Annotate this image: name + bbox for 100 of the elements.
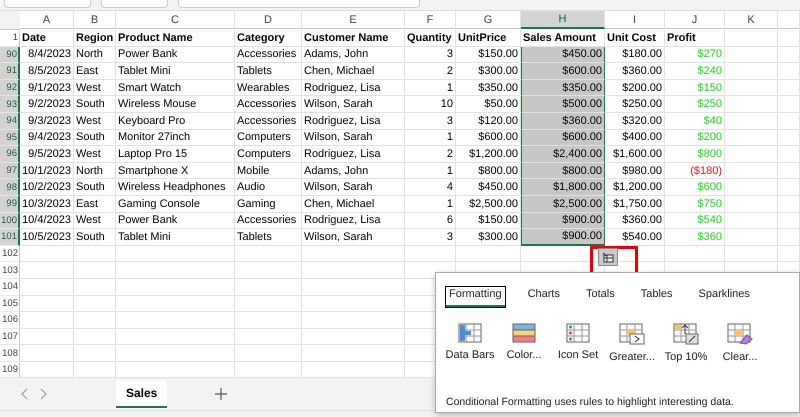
table-cell: 9/5/2023 (20, 146, 74, 163)
column-header[interactable]: I (605, 11, 665, 29)
row-header[interactable]: 91 (0, 63, 20, 80)
table-cell: Adams, John (302, 162, 405, 180)
table-cell: Mobile (235, 162, 302, 180)
table-cell: $150 (665, 80, 725, 96)
table-cell: Accessories (235, 112, 302, 130)
column-header[interactable]: G (456, 11, 521, 29)
table-cell: 10/3/2023 (20, 196, 74, 213)
chevron-left-icon[interactable] (20, 388, 30, 400)
row-header[interactable]: 107 (0, 328, 20, 346)
row-header[interactable]: 101 (0, 229, 20, 246)
table-cell: Wilson, Sarah (302, 96, 405, 113)
add-icon[interactable] (215, 388, 228, 400)
table-cell: Wilson, Sarah (302, 130, 405, 146)
table-cell: 1 (405, 162, 456, 180)
row-header[interactable]: 99 (0, 196, 20, 213)
sheet-tab[interactable]: Sales (116, 380, 168, 408)
table-cell: 9/4/2023 (20, 130, 74, 146)
row-header[interactable]: 92 (0, 80, 20, 96)
column-header[interactable]: E (302, 11, 405, 29)
select-all-corner[interactable] (0, 11, 20, 30)
format-option[interactable]: Data Bars (446, 323, 494, 363)
table-cell: $320.00 (605, 112, 665, 130)
panel-tab[interactable]: Totals (582, 287, 618, 307)
empty-cell (778, 30, 800, 47)
quick-analysis-button[interactable] (598, 248, 618, 266)
row-header[interactable]: 95 (0, 130, 20, 146)
format-option[interactable]: Greater... (608, 323, 656, 363)
row-header[interactable]: 93 (0, 96, 20, 113)
empty-cell (74, 278, 116, 296)
table-cell: West (74, 80, 116, 96)
row-header[interactable]: 94 (0, 112, 20, 130)
panel-tab[interactable]: Charts (524, 287, 563, 307)
table-cell: 9/3/2023 (20, 112, 74, 130)
format-option[interactable]: Color... (500, 323, 548, 363)
column-header[interactable]: K (725, 11, 778, 29)
table-cell: $250 (665, 96, 725, 113)
row-header[interactable]: 100 (0, 212, 20, 230)
eraser-icon (727, 323, 753, 345)
column-header[interactable]: A (20, 11, 74, 29)
table-cell: South (74, 96, 116, 113)
column-header[interactable]: J (665, 11, 725, 29)
row-header[interactable]: 103 (0, 262, 20, 279)
description-text: Conditional Formatting uses rules to highlight interesting data. (446, 396, 735, 408)
column-header[interactable]: C (116, 11, 235, 29)
row-header[interactable]: 97 (0, 162, 20, 180)
column-header[interactable]: F (405, 11, 456, 29)
header-cell: Region (74, 30, 116, 47)
chevron-right-icon[interactable] (38, 388, 48, 400)
table-cell: Chen, Michael (302, 63, 405, 80)
table-cell: 1 (405, 80, 456, 96)
table-cell: Rodriguez, Lisa (302, 112, 405, 130)
empty-cell (725, 112, 778, 130)
column-header[interactable] (778, 11, 800, 29)
header-cell: Product Name (116, 30, 235, 47)
table-cell: $900.00 (521, 212, 605, 230)
empty-cell (778, 96, 800, 113)
table-cell: Adams, John (302, 46, 405, 64)
toolbar-field[interactable] (178, 0, 420, 8)
table-cell: 8/5/2023 (20, 63, 74, 80)
table-cell: South (74, 130, 116, 146)
row-header[interactable]: 98 (0, 179, 20, 196)
row-header[interactable]: 106 (0, 312, 20, 329)
header-cell: Customer Name (302, 30, 405, 47)
table-cell: $500.00 (521, 96, 605, 113)
column-header[interactable]: D (235, 11, 302, 29)
row-header[interactable]: 108 (0, 345, 20, 362)
row-header[interactable]: 102 (0, 246, 20, 262)
toolbar-field[interactable] (101, 0, 168, 8)
empty-cell (74, 345, 116, 362)
table-cell: 1 (405, 196, 456, 213)
table-cell: 2 (405, 146, 456, 163)
row-header[interactable]: 104 (0, 278, 20, 296)
panel-tab[interactable]: Tables (638, 287, 676, 307)
greater-than-icon (619, 323, 645, 345)
column-header[interactable]: H (521, 11, 605, 29)
format-option[interactable]: Icon Set (554, 323, 602, 363)
table-cell: 8/4/2023 (20, 46, 74, 64)
format-option[interactable]: Top 10% (662, 323, 710, 363)
column-header[interactable]: B (74, 11, 116, 29)
panel-tab[interactable]: Formatting (446, 287, 505, 307)
table-cell: $750 (665, 196, 725, 213)
table-cell: Laptop Pro 15 (116, 146, 235, 163)
empty-cell (235, 278, 302, 296)
table-cell: Computers (235, 130, 302, 146)
empty-cell (235, 328, 302, 346)
row-header[interactable]: 109 (0, 362, 20, 378)
format-option[interactable]: Clear... (716, 323, 764, 363)
row-header[interactable]: 96 (0, 146, 20, 163)
row-header[interactable]: 90 (0, 46, 20, 64)
table-cell: $1,200.00 (605, 179, 665, 196)
row-header[interactable]: 1 (0, 30, 20, 47)
table-cell: 10/5/2023 (20, 229, 74, 246)
row-header[interactable]: 105 (0, 296, 20, 312)
table-cell: 4 (405, 179, 456, 196)
header-cell: UnitPrice (456, 30, 521, 47)
panel-tab[interactable]: Sparklines (696, 287, 753, 307)
table-cell: ($180) (665, 162, 725, 180)
toolbar-field[interactable] (4, 0, 91, 8)
